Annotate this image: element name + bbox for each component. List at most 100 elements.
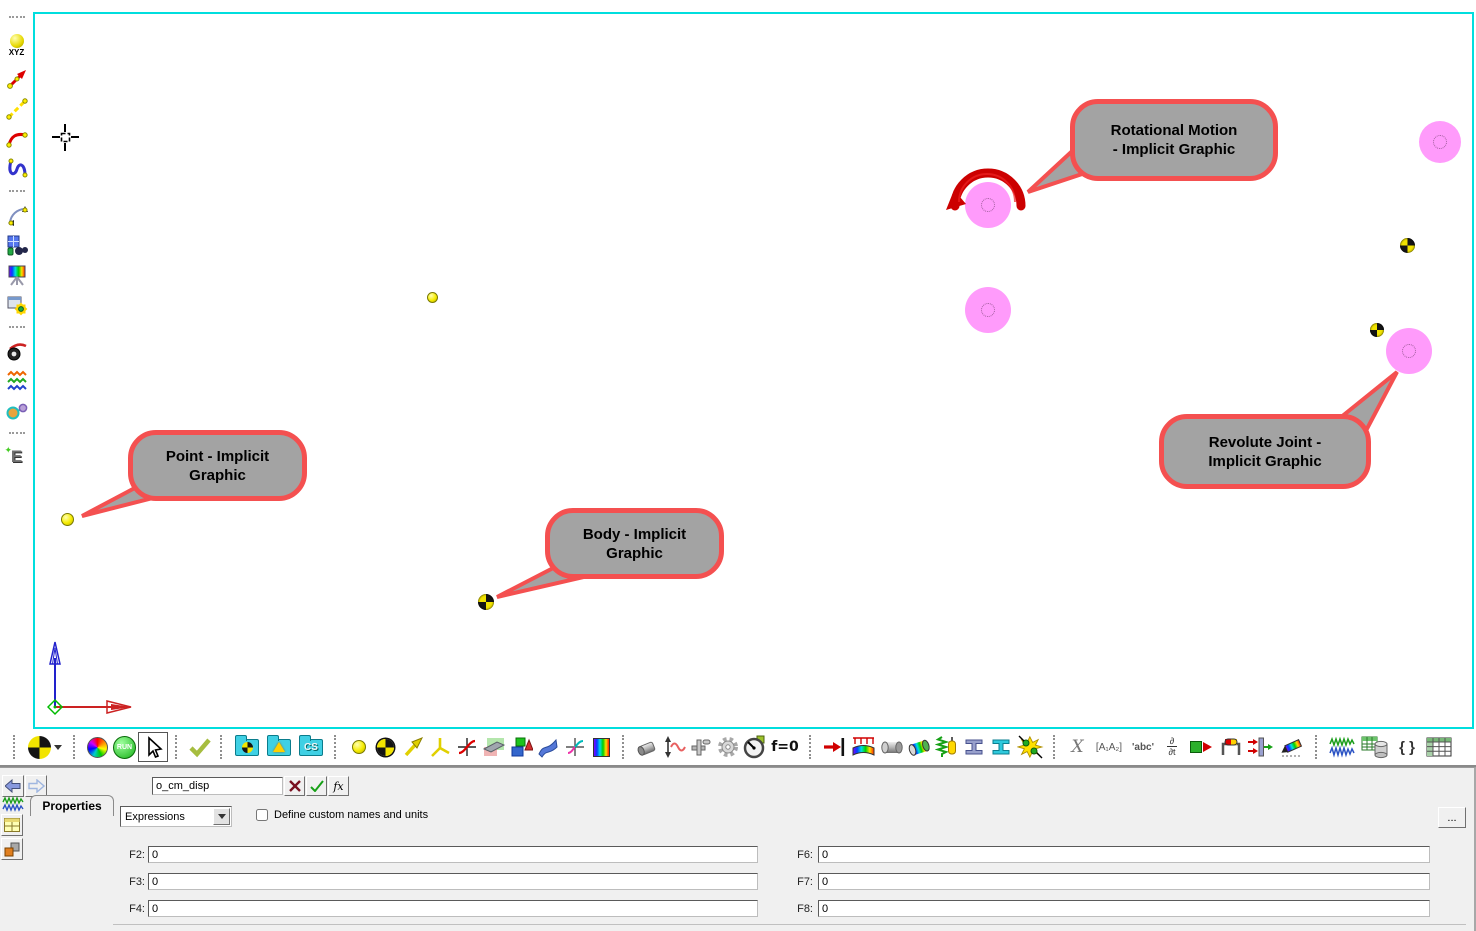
object-name-input[interactable] <box>152 777 283 795</box>
toolbar-separator <box>9 190 25 198</box>
expression-e-glyph: E <box>11 447 22 467</box>
measure-angle-tool-button[interactable] <box>3 202 31 228</box>
surface-button[interactable] <box>534 732 561 762</box>
field-input-f3[interactable] <box>148 873 758 890</box>
spreadsheet-button[interactable] <box>1422 732 1456 762</box>
input-button[interactable] <box>1185 732 1217 762</box>
xyz-point-tool-button[interactable]: XYZ <box>3 28 31 62</box>
contact-button[interactable] <box>1014 732 1046 762</box>
matrix-button[interactable]: [A₁A₂] <box>1091 732 1127 762</box>
callout-line: Graphic <box>189 466 246 485</box>
revolute-joint-entity[interactable] <box>1419 121 1461 163</box>
apply-button[interactable] <box>306 776 327 796</box>
body-type-menu-button[interactable] <box>24 732 66 762</box>
arrow-stop-button[interactable] <box>820 732 847 762</box>
spline-axes-button[interactable] <box>561 732 588 762</box>
spring-damper-button[interactable] <box>933 732 960 762</box>
plugin-button[interactable] <box>1 838 23 860</box>
cancel-button[interactable] <box>284 776 305 796</box>
toolbar-separator <box>9 432 25 440</box>
field-label-f8: F8: <box>775 903 813 915</box>
curve-tool-button[interactable] <box>3 126 31 152</box>
plane-button[interactable] <box>480 732 507 762</box>
curve-axes-button[interactable] <box>453 732 480 762</box>
expression-tool-button[interactable]: ✦ E <box>3 444 31 470</box>
toolbar-separator <box>73 735 77 759</box>
linkage-tool-button[interactable] <box>3 398 31 424</box>
derivative-button[interactable]: ∂ ∂t <box>1159 732 1185 762</box>
verify-button[interactable] <box>186 732 213 762</box>
string-button[interactable]: 'abc' <box>1127 732 1159 762</box>
point-button[interactable] <box>345 732 372 762</box>
dropdown-button[interactable] <box>213 808 230 825</box>
braces-button[interactable]: { } <box>1392 732 1422 762</box>
spline-tool-button[interactable] <box>3 156 31 182</box>
displacement-button[interactable] <box>660 732 687 762</box>
callout-point: Point - Implicit Graphic <box>128 430 307 501</box>
pointer-tool-button[interactable] <box>138 732 168 762</box>
back-button[interactable] <box>2 775 24 797</box>
constraints-folder-button[interactable] <box>263 732 295 762</box>
f-equals-zero-button[interactable]: f=0 <box>768 732 802 762</box>
function-builder-button[interactable]: fx <box>328 776 349 796</box>
vector-arrow-tool-button[interactable] <box>3 66 31 92</box>
revolute-joint-entity[interactable] <box>965 287 1011 333</box>
cs-folder-button[interactable]: CS <box>295 732 327 762</box>
tire-tool-button[interactable] <box>3 338 31 364</box>
plot-signals-icon <box>2 796 24 812</box>
rotational-motion-entity[interactable] <box>945 162 1031 218</box>
body-cm-marker[interactable] <box>1400 238 1415 253</box>
field-input-f7[interactable] <box>818 873 1430 890</box>
body-button[interactable] <box>372 732 399 762</box>
solids-button[interactable] <box>507 732 534 762</box>
field-input-f2[interactable] <box>148 846 758 863</box>
triad-button[interactable] <box>426 732 453 762</box>
colorbar-button[interactable] <box>588 732 615 762</box>
gauge-button[interactable] <box>741 732 768 762</box>
display-settings-tool-button[interactable] <box>3 262 31 288</box>
colored-cylinder-button[interactable] <box>906 732 933 762</box>
signal-filter-button[interactable] <box>1244 732 1276 762</box>
body-cm-marker[interactable] <box>1370 323 1384 337</box>
more-options-button[interactable]: ... <box>1438 807 1466 828</box>
distributed-load-button[interactable] <box>847 732 879 762</box>
pointer-cursor-icon <box>142 736 164 758</box>
flexible-beam-button[interactable] <box>987 732 1014 762</box>
tab-properties[interactable]: Properties <box>30 795 114 816</box>
signals-button[interactable] <box>1326 732 1358 762</box>
table-database-button[interactable] <box>1358 732 1392 762</box>
field-input-f8[interactable] <box>818 900 1430 917</box>
toolbar-separator <box>175 735 179 759</box>
custom-names-checkbox[interactable] <box>256 809 268 821</box>
screw-actuator-button[interactable] <box>687 732 714 762</box>
color-wheel-button[interactable] <box>84 732 111 762</box>
search-model-tool-button[interactable] <box>3 232 31 258</box>
script-x-button[interactable]: X <box>1064 732 1091 762</box>
forward-button[interactable] <box>25 775 47 797</box>
point-entity[interactable] <box>427 292 438 303</box>
grid-binoculars-icon <box>6 234 28 256</box>
field-input-f6[interactable] <box>818 846 1430 863</box>
bushing-button[interactable] <box>633 732 660 762</box>
measure-button[interactable] <box>1217 732 1244 762</box>
point-entity[interactable] <box>61 513 74 526</box>
surface-icon <box>536 736 560 758</box>
bodies-folder-button[interactable] <box>231 732 263 762</box>
model-canvas[interactable]: Rotational Motion - Implicit Graphic Poi… <box>33 12 1474 729</box>
polyline-tool-button[interactable] <box>3 96 31 122</box>
toolbar-separator <box>1315 735 1319 759</box>
table-view-button[interactable] <box>1 814 23 836</box>
run-button[interactable]: RUN <box>111 732 138 762</box>
beam-button[interactable] <box>960 732 987 762</box>
color-marker-button[interactable] <box>1276 732 1308 762</box>
cylinder-button[interactable] <box>879 732 906 762</box>
gear-button[interactable] <box>714 732 741 762</box>
springs-tool-button[interactable] <box>3 368 31 394</box>
window-settings-tool-button[interactable] <box>3 292 31 318</box>
category-dropdown[interactable]: Expressions <box>120 806 232 827</box>
puzzle-icon <box>4 842 20 857</box>
field-input-f4[interactable] <box>148 900 758 917</box>
solids-icon <box>509 736 533 758</box>
vector-button[interactable] <box>399 732 426 762</box>
callout-line: Rotational Motion <box>1111 121 1238 140</box>
